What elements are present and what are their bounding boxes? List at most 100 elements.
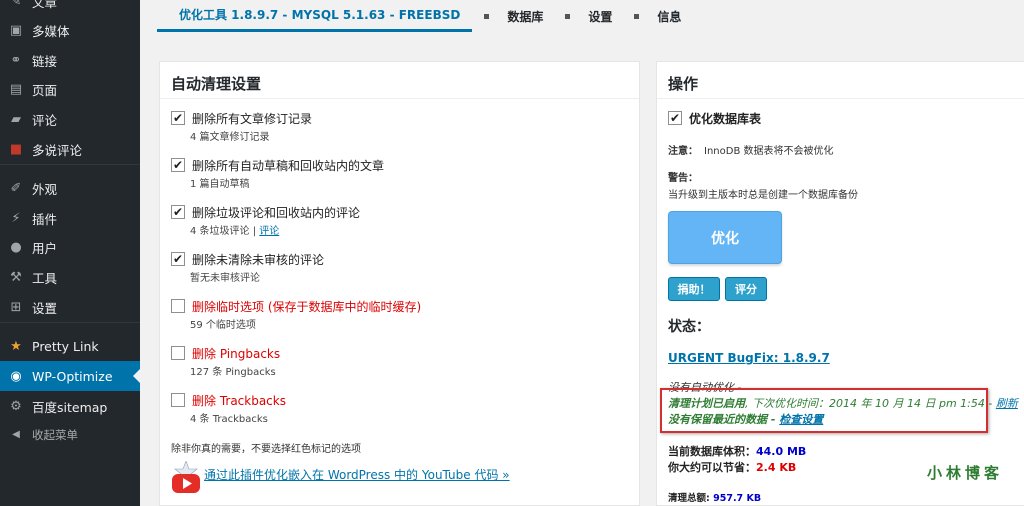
option-detail: 4 篇文章修订记录 (190, 132, 270, 143)
option-label: 删除 Trackbacks (192, 394, 286, 408)
sidebar-item-baidu-sitemap[interactable]: ⚙ 百度sitemap (0, 391, 140, 421)
option-label: 优化数据库表 (689, 112, 762, 126)
warning-note: 除非你真的需要，不要选择红色标记的选项 (171, 444, 361, 455)
user-icon: ● (10, 239, 22, 255)
db-size-line: 当前数据库体积：44.0 MB (668, 443, 806, 459)
sidebar-item-label: 文章 (32, 0, 58, 10)
sidebar-item-pages[interactable]: ▤ 页面 (0, 74, 140, 104)
unapproved-checkbox[interactable]: ✔ (171, 252, 185, 266)
sidebar-item-label: WP-Optimize (32, 368, 113, 384)
note-text: InnoDB 数据表将不会被优化 (704, 146, 834, 157)
youtube-optimize-link[interactable]: 通过此插件优化嵌入在 WordPress 中的 YouTube 代码 » (204, 466, 510, 483)
gear-icon: ⚙ (10, 398, 22, 414)
revisions-checkbox[interactable]: ✔ (171, 111, 185, 125)
collapse-menu-button[interactable]: ◀ 收起菜单 (0, 420, 140, 450)
settings-icon: ⊞ (10, 299, 22, 315)
sidebar-item-label: 收起菜单 (32, 428, 78, 442)
plugin-tabs: 优化工具 1.8.9.7 - MYSQL 5.1.63 - FREEBSD 数据… (157, 0, 691, 32)
tab-separator (484, 13, 490, 19)
save-line: 你大约可以节省：2.4 KB (668, 459, 796, 475)
sidebar-item-wp-optimize[interactable]: ◉ WP-Optimize (0, 361, 140, 391)
option-detail: 4 条 Trackbacks (190, 414, 268, 425)
tab-info[interactable]: 信息 (647, 0, 691, 32)
option-detail: 127 条 Pingbacks (190, 367, 276, 378)
donate-button[interactable]: 捐助！ (668, 277, 720, 301)
page-icon: ▤ (9, 81, 23, 97)
menu-separator (0, 164, 140, 165)
sidebar-item-settings[interactable]: ⊞ 设置 (0, 292, 140, 322)
trackbacks-checkbox[interactable] (171, 393, 185, 407)
link-icon: ⚭ (10, 52, 22, 68)
bugfix-link[interactable]: URGENT BugFix: 1.8.9.7 (668, 351, 830, 365)
panel-title: 自动清理设置 (171, 75, 262, 93)
divider (160, 98, 639, 99)
status-title: 状态： (668, 319, 710, 335)
comments-link[interactable]: 评论 (259, 226, 279, 237)
refresh-link[interactable]: 刷新 (996, 397, 1018, 410)
tab-database[interactable]: 数据库 (497, 0, 553, 32)
divider (657, 98, 1024, 99)
sidebar-item-label: 插件 (32, 211, 58, 227)
sidebar-item-posts[interactable]: ✎ 文章 (0, 0, 140, 16)
option-detail: 59 个临时选项 (190, 320, 256, 331)
tab-separator (634, 13, 640, 19)
option-label: 删除所有文章修订记录 (192, 112, 313, 126)
sidebar-item-label: 工具 (32, 270, 58, 286)
admin-sidebar: ✎ 文章 ▣ 多媒体 ⚭ 链接 ▤ 页面 ▰ 评论 ■ 多说评论 ✐ 外观 ⚡ … (0, 0, 140, 506)
total-value: 957.7 KB (713, 493, 762, 504)
collapse-icon: ◀ (12, 429, 20, 440)
warning-label: 警告： (668, 173, 698, 184)
sidebar-item-label: Pretty Link (32, 338, 99, 354)
spam-comments-checkbox[interactable]: ✔ (171, 205, 185, 219)
sidebar-item-users[interactable]: ● 用户 (0, 232, 140, 262)
optimize-button[interactable]: 优化 (668, 211, 782, 264)
rate-button[interactable]: 评分 (725, 277, 767, 301)
blog-watermark: 小林博客 (927, 464, 1004, 482)
plugin-icon: ⚡ (11, 210, 21, 226)
note-label: 注意： (668, 146, 698, 157)
tab-separator (565, 13, 571, 19)
sidebar-item-label: 设置 (32, 300, 58, 316)
drafts-checkbox[interactable]: ✔ (171, 158, 185, 172)
comment-icon: ▰ (11, 111, 21, 127)
db-size-value: 44.0 MB (756, 445, 807, 458)
sidebar-item-pretty-link[interactable]: ★ Pretty Link (0, 331, 140, 361)
option-label: 删除临时选项 (保存于数据库中的临时缓存) (192, 300, 422, 314)
menu-separator (0, 322, 140, 323)
option-detail: 4 条垃圾评论 | 评论 (190, 222, 279, 237)
sidebar-item-label: 评论 (32, 112, 58, 128)
db-size-label: 当前数据库体积： (668, 445, 756, 458)
highlight-box (660, 388, 988, 433)
star-icon: ★ (10, 338, 22, 354)
sidebar-item-label: 链接 (32, 53, 58, 69)
innodb-note: 注意： InnoDB 数据表将不会被优化 (668, 142, 833, 157)
save-label: 你大约可以节省： (668, 461, 756, 474)
sidebar-item-label: 页面 (32, 82, 58, 98)
total-label: 清理总额: (668, 493, 714, 504)
sidebar-item-label: 多媒体 (32, 23, 70, 39)
option-detail-text: 4 条垃圾评论 | (190, 226, 260, 237)
sidebar-item-appearance[interactable]: ✐ 外观 (0, 173, 140, 203)
pingbacks-checkbox[interactable] (171, 346, 185, 360)
sidebar-item-duoshuo[interactable]: ■ 多说评论 (0, 134, 140, 164)
appearance-icon: ✐ (10, 180, 22, 196)
sidebar-item-label: 多说评论 (32, 142, 83, 158)
sidebar-item-media[interactable]: ▣ 多媒体 (0, 15, 140, 45)
option-detail: 1 篇自动草稿 (190, 179, 250, 190)
sidebar-item-comments[interactable]: ▰ 评论 (0, 104, 140, 134)
auto-clean-settings-panel: 自动清理设置 ✔ 删除所有文章修订记录 4 篇文章修订记录 ✔ 删除所有自动草稿… (159, 61, 640, 506)
sidebar-item-label: 外观 (32, 181, 58, 197)
transients-checkbox[interactable] (171, 299, 185, 313)
youtube-icon (172, 461, 200, 493)
optimize-tables-checkbox[interactable]: ✔ (668, 111, 682, 125)
save-value: 2.4 KB (756, 461, 797, 474)
sidebar-item-tools[interactable]: ⚒ 工具 (0, 262, 140, 292)
actions-panel: 操作 ✔ 优化数据库表 注意： InnoDB 数据表将不会被优化 警告： 当升级到… (656, 61, 1024, 506)
option-label: 删除垃圾评论和回收站内的评论 (192, 206, 361, 220)
sidebar-item-links[interactable]: ⚭ 链接 (0, 45, 140, 75)
tab-optimizer[interactable]: 优化工具 1.8.9.7 - MYSQL 5.1.63 - FREEBSD (157, 0, 473, 32)
option-label: 删除未清除未审核的评论 (192, 253, 325, 267)
warning-text: 当升级到主版本时总是创建一个数据库备份 (668, 190, 858, 201)
sidebar-item-plugins[interactable]: ⚡ 插件 (0, 203, 140, 233)
tab-settings[interactable]: 设置 (578, 0, 622, 32)
